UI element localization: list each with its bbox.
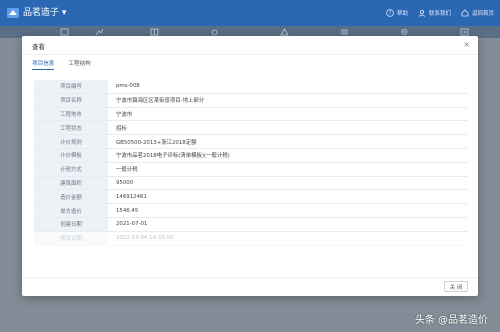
row-key: 造价金额 xyxy=(34,190,108,204)
table-row: 工程状态 招标 xyxy=(34,121,468,136)
dialog-header-divider xyxy=(22,54,478,55)
row-value: 宁波市镇海区区某街景项目-地上部分 xyxy=(116,98,205,105)
row-key: 单方造价 xyxy=(34,204,108,217)
table-row: 造价金额 146912461 xyxy=(34,190,468,205)
table-row: 修改日期 2022-03-04 14:33:00 xyxy=(34,231,468,246)
view-dialog: 查看 × 项目信息 工程结构 项目编号 pms-008 项目名称 宁波市镇海区区某街… xyxy=(22,36,478,296)
row-value: 招标 xyxy=(116,125,127,132)
project-info-table: 项目编号 pms-008 项目名称 宁波市镇海区区某街景项目-地上部分 工程地市 宁波… xyxy=(34,80,468,276)
home-button[interactable]: 返回首页 xyxy=(461,9,494,17)
toolbar-grid-icon[interactable] xyxy=(150,28,159,36)
row-value: 2021-07-01 xyxy=(116,221,148,228)
dialog-title: 查看 xyxy=(32,43,45,51)
table-row: 计价规则 GB50500-2013+浙江2018定额 xyxy=(34,135,468,149)
row-key: 建筑面积 xyxy=(34,176,108,190)
row-key: 创建日期 xyxy=(34,217,108,231)
tab-project-structure[interactable]: 工程结构 xyxy=(68,59,90,70)
table-row: 建筑面积 95000 xyxy=(34,176,468,191)
toolbar-warning-icon[interactable] xyxy=(280,28,289,36)
contact-icon xyxy=(418,9,426,17)
table-row: 计税方式 一般计税 xyxy=(34,162,468,177)
svg-text:?: ? xyxy=(389,11,392,17)
row-value: 一般计税 xyxy=(116,167,138,174)
dialog-footer-divider xyxy=(22,277,478,278)
table-row: 项目编号 pms-008 xyxy=(34,80,468,94)
toolbar-file-icon[interactable] xyxy=(60,28,69,36)
row-value: 2022-03-04 14:33:00 xyxy=(116,235,174,242)
row-value: GB50500-2013+浙江2018定额 xyxy=(116,139,197,146)
app-logo-icon xyxy=(7,8,19,18)
dialog-tabs: 项目信息 工程结构 xyxy=(32,59,91,70)
home-label: 返回首页 xyxy=(471,11,494,17)
help-icon: ? xyxy=(386,9,394,17)
row-key: 计价规则 xyxy=(34,135,108,148)
toolbar-settings-icon[interactable] xyxy=(400,28,409,36)
help-label: 帮助 xyxy=(396,11,408,17)
row-value: 95000 xyxy=(116,179,134,186)
row-value: 宁波市品茗2018电子评标(清单模板)(一般计税) xyxy=(116,153,230,160)
close-button[interactable]: 关 闭 xyxy=(444,281,468,292)
app-header: 品茗造子 ▾ ? 帮助 联系我们 返回首页 xyxy=(0,0,500,26)
row-value: pms-008 xyxy=(116,83,140,90)
table-row: 创建日期 2021-07-01 xyxy=(34,217,468,232)
toolbar-cloud-icon[interactable] xyxy=(210,28,219,36)
row-key: 修改日期 xyxy=(34,231,108,245)
toolbar-list-icon[interactable] xyxy=(340,28,349,36)
close-icon[interactable]: × xyxy=(463,40,470,49)
toolbar-export-icon[interactable] xyxy=(460,28,469,36)
row-key: 项目名称 xyxy=(34,93,108,107)
contact-label: 联系我们 xyxy=(428,11,451,17)
table-row: 计价模板 宁波市品茗2018电子评标(清单模板)(一般计税) xyxy=(34,148,468,163)
row-value: 1546.45 xyxy=(116,207,139,214)
row-value: 146912461 xyxy=(116,193,147,200)
tab-project-info[interactable]: 项目信息 xyxy=(32,59,55,70)
row-key: 工程地市 xyxy=(34,107,108,121)
help-button[interactable]: ? 帮助 xyxy=(386,9,408,17)
table-row: 单方造价 1546.45 xyxy=(34,204,468,218)
app-title[interactable]: 品茗造子 ▾ xyxy=(23,6,66,20)
row-value: 宁波市 xyxy=(116,111,133,118)
row-key: 计价模板 xyxy=(34,148,108,162)
toolbar-chart-icon[interactable] xyxy=(95,28,104,36)
top-actions: ? 帮助 联系我们 返回首页 xyxy=(386,6,494,20)
contact-button[interactable]: 联系我们 xyxy=(418,9,451,17)
row-key: 项目编号 xyxy=(34,80,108,93)
table-row: 项目名称 宁波市镇海区区某街景项目-地上部分 xyxy=(34,93,468,108)
row-key: 计税方式 xyxy=(34,162,108,176)
home-icon xyxy=(461,9,469,17)
row-key: 工程状态 xyxy=(34,121,108,135)
table-row: 工程地市 宁波市 xyxy=(34,107,468,122)
watermark: 头条 @品茗造价 xyxy=(414,315,488,326)
